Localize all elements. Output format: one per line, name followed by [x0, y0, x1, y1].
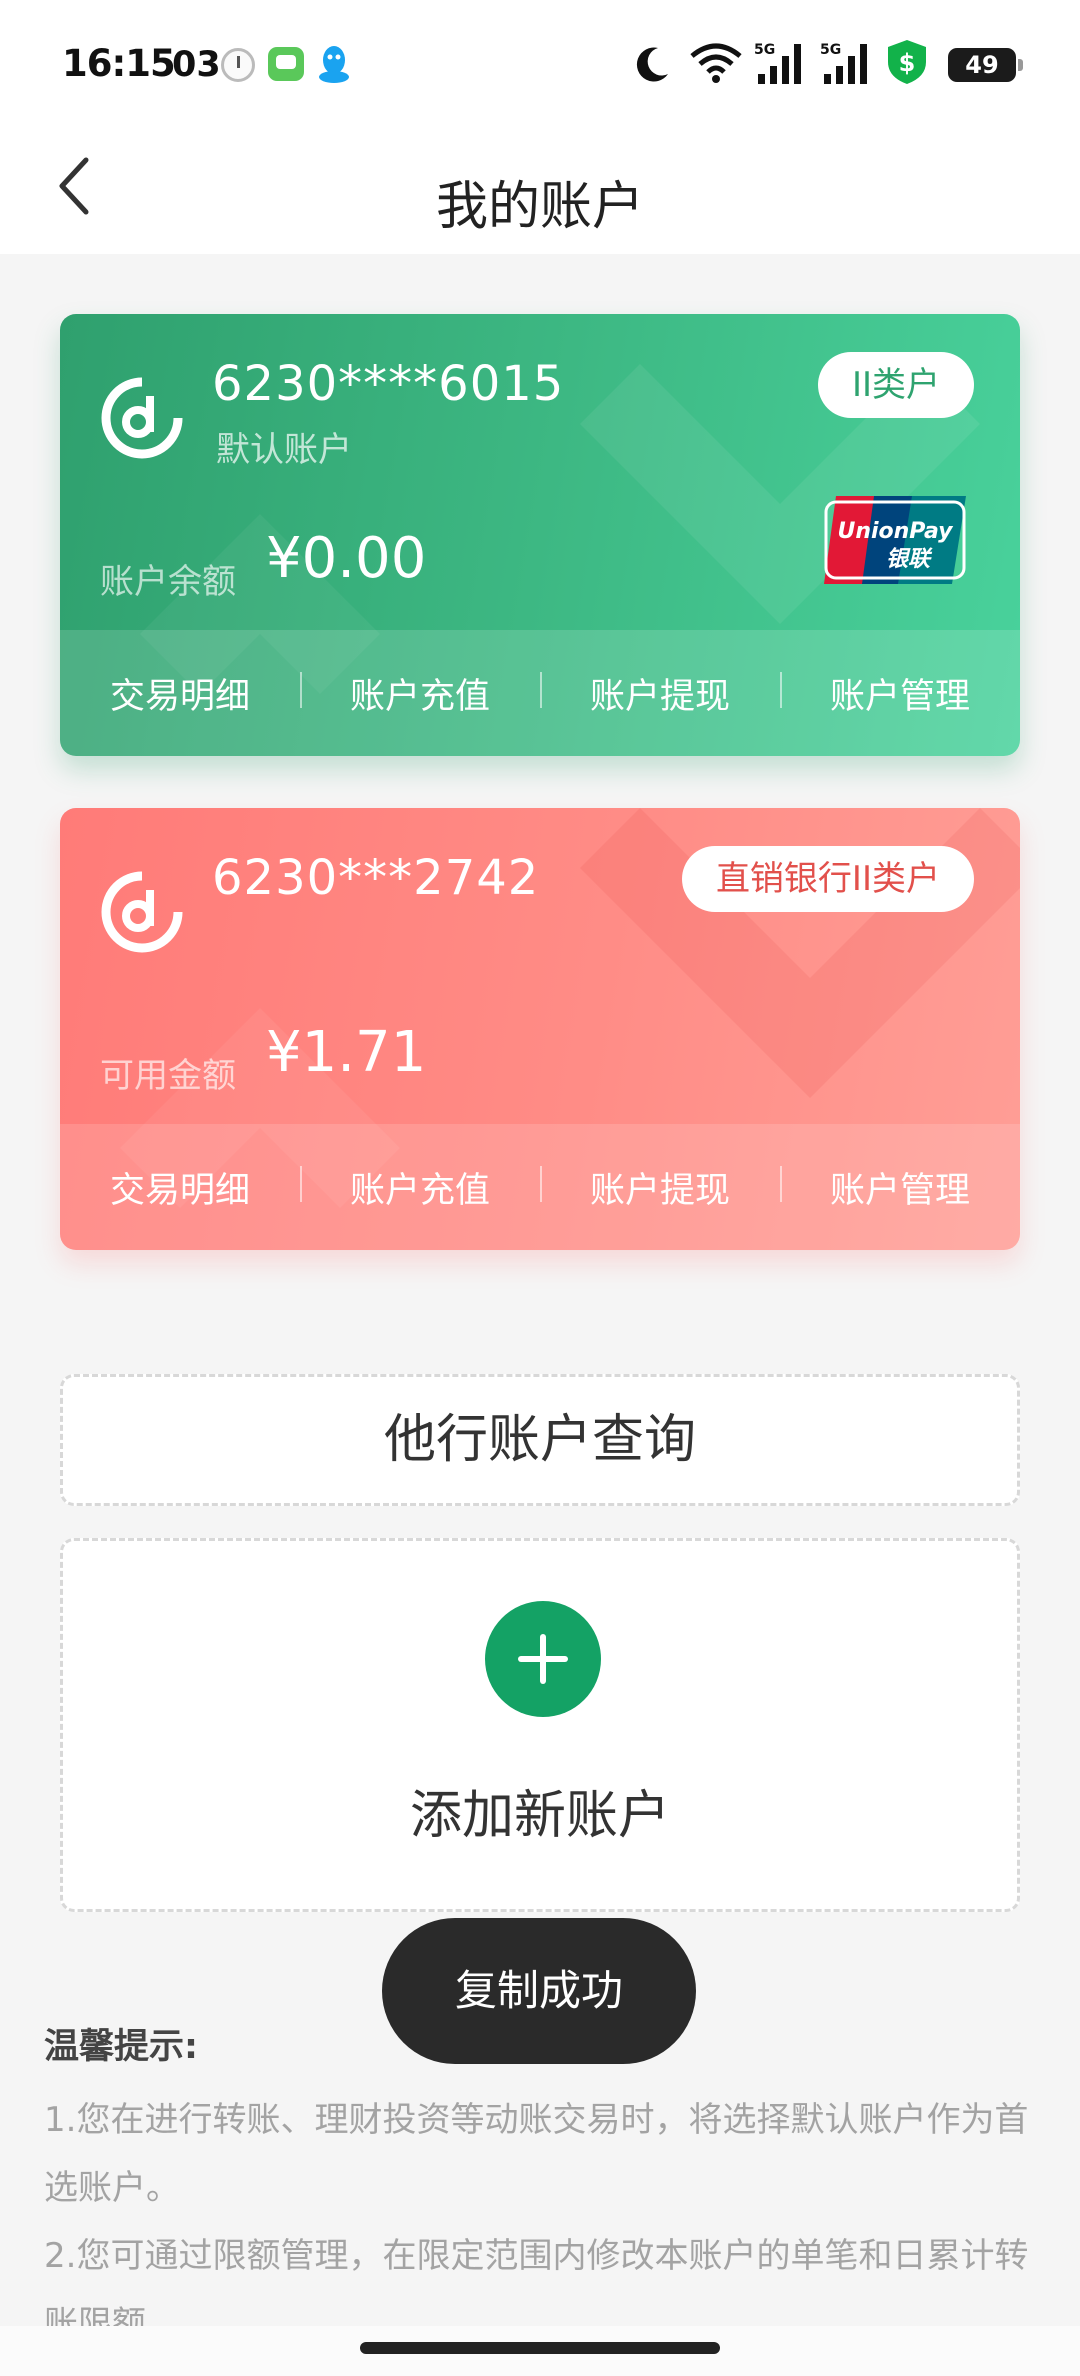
other-bank-query-button[interactable]: 他行账户查询: [60, 1374, 1020, 1506]
unionpay-logo: UnionPay 银联: [824, 496, 966, 584]
security-shield-icon: $: [888, 40, 926, 84]
status-bar: 16:15 03 5G 5G $ 49: [0, 0, 1080, 130]
available-amount-label: 可用金额: [100, 1056, 236, 1096]
account-type-badge: 直销银行II类户: [681, 846, 974, 912]
svg-text:UnionPay: UnionPay: [837, 519, 954, 544]
account-manage-button[interactable]: 账户管理: [780, 1162, 1020, 1213]
message-app-icon: [268, 47, 304, 81]
status-time: 16:15: [62, 42, 176, 85]
qq-icon: [319, 46, 349, 83]
tips-title: 温馨提示:: [44, 2027, 198, 2067]
account-card-direct-bank[interactable]: 6230***2742 直销银行II类户 可用金额 ¥1.71 交易明细 账户充…: [60, 808, 1020, 1250]
wifi-icon: [690, 43, 742, 83]
withdraw-button[interactable]: 账户提现: [540, 668, 780, 719]
bank-logo-icon: [101, 377, 183, 459]
clock-icon: [221, 48, 255, 82]
battery-level: 49: [965, 51, 999, 79]
signal-5g-icon: 5G: [754, 42, 801, 84]
transaction-details-button[interactable]: 交易明细: [60, 668, 300, 719]
card-number: 6230***2742: [212, 850, 540, 906]
balance-label: 账户余额: [100, 562, 236, 602]
plus-icon[interactable]: [485, 1601, 601, 1717]
add-account-label: 添加新账户: [409, 1786, 670, 1846]
signal-5g-icon-2: 5G: [820, 42, 867, 84]
home-indicator[interactable]: [360, 2342, 720, 2354]
card-action-bar: 交易明细 账户充值 账户提现 账户管理: [60, 1124, 1020, 1250]
moon-icon: [636, 47, 668, 82]
card-number: 6230****6015: [212, 356, 565, 412]
toast-message: 复制成功: [382, 1918, 696, 2064]
card-action-bar: 交易明细 账户充值 账户提现 账户管理: [60, 630, 1020, 756]
top-up-button[interactable]: 账户充值: [300, 668, 540, 719]
tip-line-1: 1.您在进行转账、理财投资等动账交易时，将选择默认账户作为首选账户。: [44, 2100, 1029, 2208]
available-amount-value: ¥1.71: [266, 1020, 427, 1085]
svg-text:$: $: [899, 49, 916, 77]
battery-icon: 49: [948, 48, 1023, 82]
tips-body: 1.您在进行转账、理财投资等动账交易时，将选择默认账户作为首选账户。 2.您可通…: [44, 2086, 1034, 2358]
svg-text:银联: 银联: [886, 547, 933, 572]
default-account-label: 默认账户: [216, 430, 352, 470]
page-title: 我的账户: [435, 177, 644, 237]
top-up-button[interactable]: 账户充值: [300, 1162, 540, 1213]
account-manage-button[interactable]: 账户管理: [780, 668, 1020, 719]
top-area: 16:15 03 5G 5G $ 49 我的账户: [0, 0, 1080, 254]
add-account-button[interactable]: 添加新账户: [60, 1538, 1020, 1912]
svg-text:5G: 5G: [820, 42, 841, 58]
transaction-details-button[interactable]: 交易明细: [60, 1162, 300, 1213]
account-type-badge: II类户: [817, 352, 974, 418]
account-card-default[interactable]: 6230****6015 默认账户 II类户 账户余额 ¥0.00 UnionP…: [60, 314, 1020, 756]
balance-value: ¥0.00: [266, 526, 427, 591]
withdraw-button[interactable]: 账户提现: [540, 1162, 780, 1213]
bank-logo-icon: [101, 871, 183, 953]
svg-text:5G: 5G: [754, 42, 775, 58]
status-date: 03: [172, 45, 221, 85]
my-accounts-screen: 16:15 03 5G 5G $ 49 我的账户 6230****6015 默认…: [0, 0, 1080, 2376]
